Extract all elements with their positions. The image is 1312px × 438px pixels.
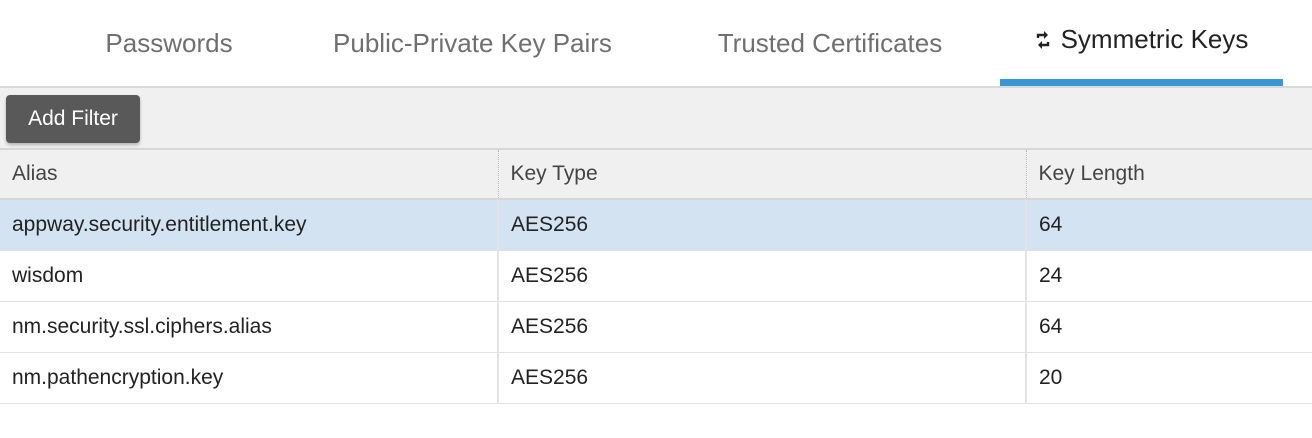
column-header-key-type[interactable]: Key Type: [497, 150, 1026, 200]
cell-key-length: 20: [1025, 352, 1312, 404]
table-header-row: Alias Key Type Key Length: [0, 150, 1312, 200]
tab-label: Public-Private Key Pairs: [333, 27, 612, 58]
cell-alias: appway.security.entitlement.key: [0, 199, 498, 251]
tab-bar: Passwords Public-Private Key Pairs Trust…: [0, 0, 1312, 88]
table-row[interactable]: nm.security.ssl.ciphers.alias AES256 64: [0, 301, 1312, 353]
column-header-alias[interactable]: Alias: [0, 150, 498, 200]
cell-key-length: 64: [1025, 301, 1312, 353]
tab-passwords[interactable]: Passwords: [60, 0, 278, 86]
cell-key-type: AES256: [497, 352, 1026, 404]
cell-key-type: AES256: [497, 250, 1026, 302]
table-row[interactable]: nm.pathencryption.key AES256 20: [0, 352, 1312, 404]
column-header-key-length[interactable]: Key Length: [1025, 150, 1312, 200]
cell-key-type: AES256: [497, 199, 1026, 251]
refresh-arrows-icon: [1035, 29, 1051, 51]
cell-alias: nm.security.ssl.ciphers.alias: [0, 301, 498, 353]
filter-toolbar: Add Filter: [0, 88, 1312, 150]
table-row[interactable]: appway.security.entitlement.key AES256 6…: [0, 199, 1312, 251]
cell-key-length: 64: [1025, 199, 1312, 251]
tab-trusted-certificates[interactable]: Trusted Certificates: [680, 0, 980, 86]
tab-label: Symmetric Keys: [1060, 24, 1249, 54]
tab-symmetric-keys[interactable]: Symmetric Keys: [1000, 0, 1283, 86]
cell-alias: wisdom: [0, 250, 498, 302]
table-row[interactable]: wisdom AES256 24: [0, 250, 1312, 302]
add-filter-button[interactable]: Add Filter: [6, 95, 140, 143]
tab-public-private-key-pairs[interactable]: Public-Private Key Pairs: [300, 0, 645, 86]
cell-key-type: AES256: [497, 301, 1026, 353]
cell-key-length: 24: [1025, 250, 1312, 302]
cell-alias: nm.pathencryption.key: [0, 352, 498, 404]
tab-label: Passwords: [105, 27, 233, 58]
symmetric-keys-table: Alias Key Type Key Length appway.securit…: [0, 150, 1312, 404]
tab-label: Trusted Certificates: [717, 27, 943, 58]
